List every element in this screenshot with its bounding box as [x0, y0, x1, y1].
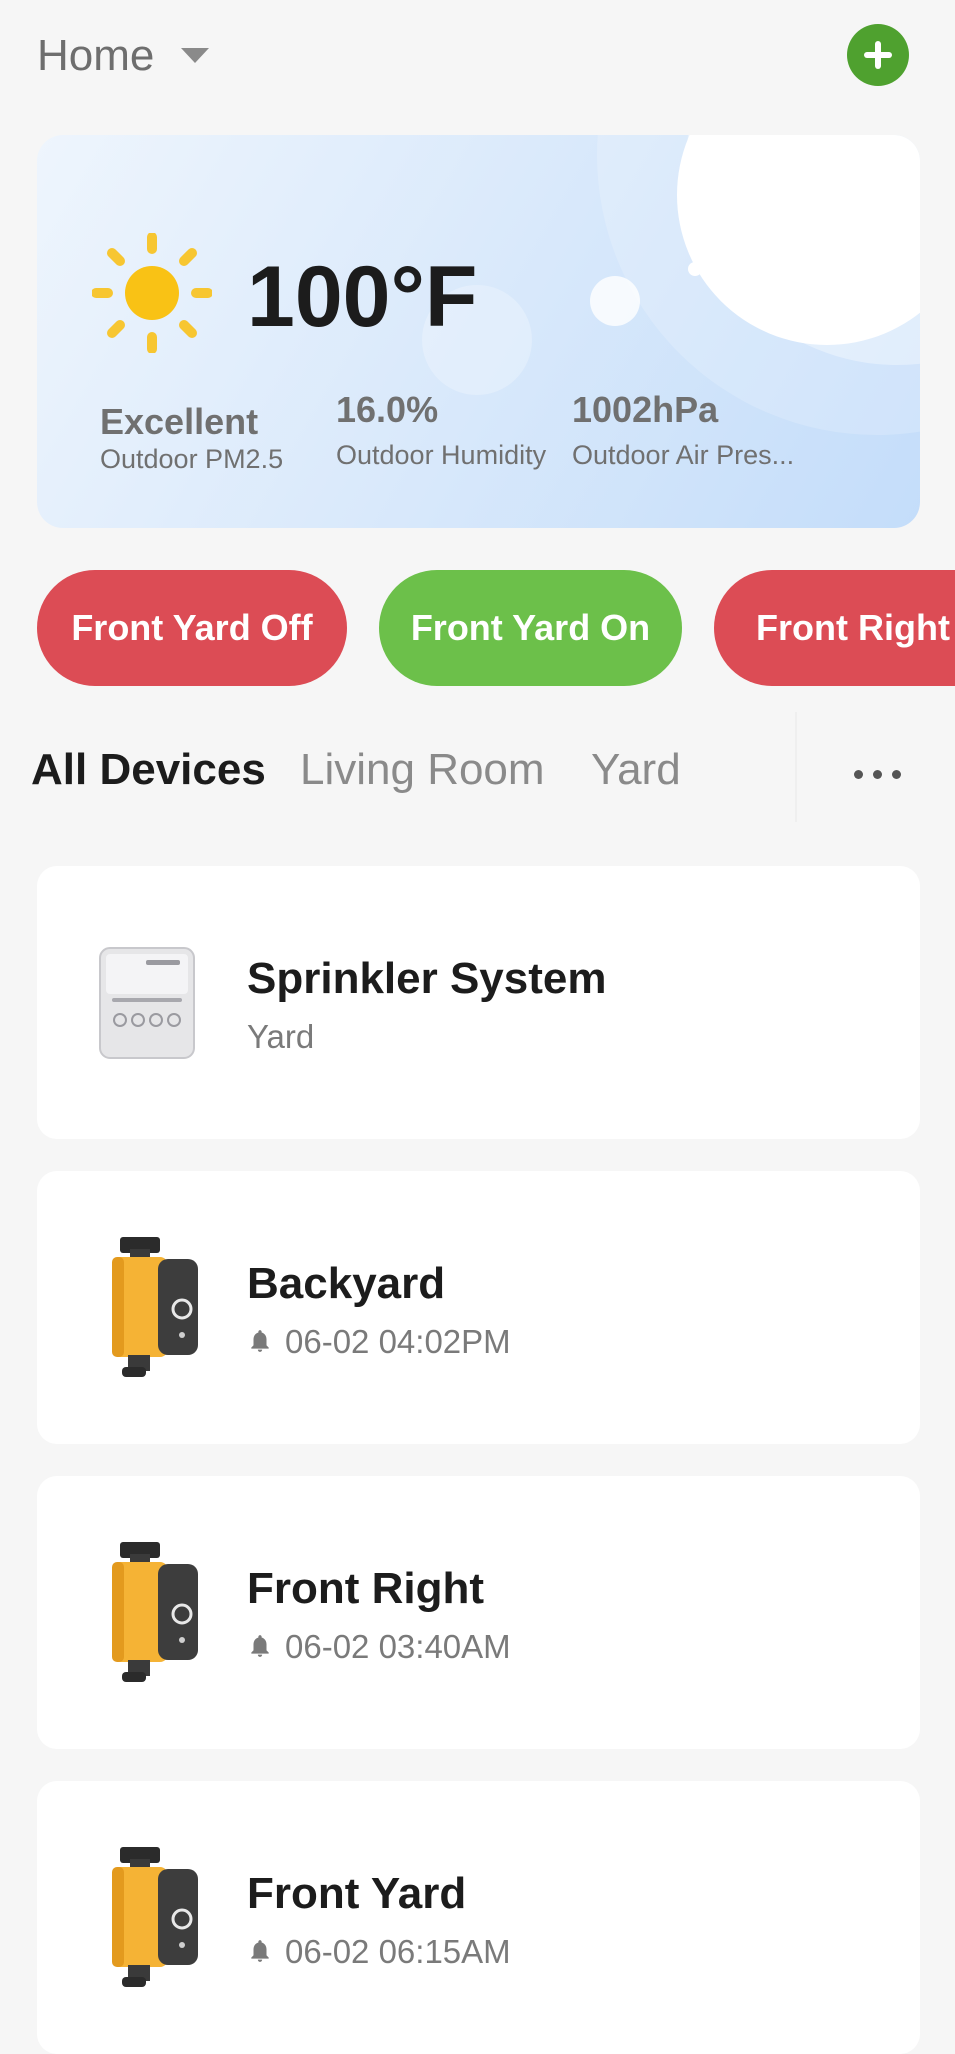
tabs-divider: [795, 712, 797, 822]
device-name: Backyard: [247, 1259, 446, 1308]
device-card[interactable]: Sprinkler System Yard: [37, 866, 920, 1139]
bell-icon: [247, 1328, 273, 1354]
device-card[interactable]: Backyard 06-02 04:02PM: [37, 1171, 920, 1444]
tab-living-room[interactable]: Living Room: [300, 742, 545, 798]
device-name: Front Right: [247, 1564, 485, 1613]
device-status: 06-02 03:40AM: [247, 1626, 511, 1668]
sprinkler-controller-image: [92, 926, 202, 1076]
air-pressure-value: 1002hPa: [572, 389, 719, 430]
pm25-label: Outdoor PM2.5: [100, 444, 284, 474]
header: Home: [0, 0, 955, 120]
humidity-value: 16.0%: [336, 389, 439, 430]
scene-front-yard-on[interactable]: Front Yard On: [379, 570, 682, 686]
scene-front-right[interactable]: Front Right O: [714, 570, 955, 686]
device-name: Front Yard: [247, 1869, 467, 1918]
bell-icon: [247, 1938, 273, 1964]
device-card[interactable]: Front Yard 06-02 06:15AM: [37, 1781, 920, 2054]
sun-icon: [92, 233, 212, 353]
device-room: Yard: [247, 1018, 315, 1055]
device-timestamp: 06-02 03:40AM: [285, 1628, 511, 1665]
device-name: Sprinkler System: [247, 954, 607, 1003]
device-status: 06-02 04:02PM: [247, 1321, 511, 1363]
weather-card[interactable]: 100°F Excellent Outdoor PM2.5 16.0% Outd…: [37, 135, 920, 528]
home-selector-label[interactable]: Home: [37, 28, 154, 84]
decor-circle: [688, 262, 702, 276]
air-pressure-label: Outdoor Air Pres...: [572, 440, 795, 470]
scene-shortcuts: Front Yard Off Front Yard On Front Right…: [0, 570, 955, 688]
temperature-value: 100°F: [247, 249, 478, 345]
decor-circle: [590, 276, 640, 326]
pm25-value: Excellent: [100, 401, 259, 442]
device-timestamp: 06-02 06:15AM: [285, 1933, 511, 1970]
water-timer-image: [92, 1231, 202, 1381]
caret-down-icon[interactable]: [181, 48, 209, 63]
bell-icon: [247, 1633, 273, 1659]
humidity-label: Outdoor Humidity: [336, 440, 547, 470]
device-card[interactable]: Front Right 06-02 03:40AM: [37, 1476, 920, 1749]
scene-front-yard-off[interactable]: Front Yard Off: [37, 570, 347, 686]
more-horizontal-icon[interactable]: [850, 766, 906, 782]
device-status: 06-02 06:15AM: [247, 1931, 511, 1973]
device-timestamp: 06-02 04:02PM: [285, 1323, 511, 1360]
tab-yard[interactable]: Yard: [591, 742, 681, 798]
water-timer-image: [92, 1536, 202, 1686]
add-device-button[interactable]: [847, 24, 909, 86]
water-timer-image: [92, 1841, 202, 1991]
room-tabs: All Devices Living Room Yard: [0, 712, 955, 832]
tab-all-devices[interactable]: All Devices: [31, 742, 266, 798]
